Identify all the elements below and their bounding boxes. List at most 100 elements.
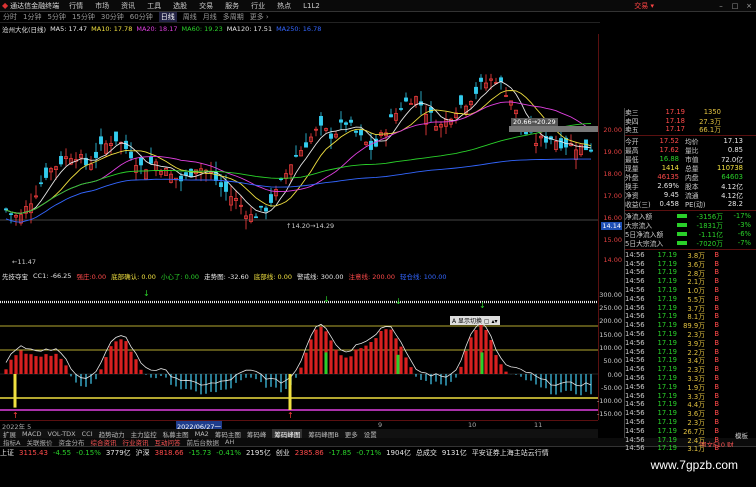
period-tab[interactable]: 更多 › [250, 12, 269, 22]
info-tab[interactable]: AH [225, 438, 234, 446]
period-tab[interactable]: 30分钟 [101, 12, 124, 22]
info-tab[interactable]: 综合资讯 [90, 437, 116, 447]
tick-price: 17.19 [657, 356, 677, 365]
trade-button[interactable]: 交易 ▾ [634, 1, 654, 11]
signal-bar [324, 352, 328, 374]
tick-time: 14:56 [625, 365, 645, 374]
info-tab[interactable]: 行业资讯 [122, 437, 148, 447]
period-tab[interactable]: 多周期 [223, 12, 244, 22]
indicator-tab[interactable]: 筹码峰图 [272, 428, 303, 439]
status-value: 3818.66 [154, 448, 184, 457]
minimize-icon[interactable]: – [714, 2, 728, 10]
indicator-chart[interactable]: ↓ ↓ ↓ ↓ ↑ ↑ [0, 278, 598, 420]
flow-bar [677, 214, 687, 218]
candle-body [94, 151, 98, 158]
fund-flow: 净流入额 -3156万 -17% 大宗流入 -1831万 -3% 5日净流入额 -1.11亿 -… [625, 212, 756, 248]
ask-row[interactable]: 卖五 17.17 66.1万 [625, 125, 756, 134]
axis-label: 15.00 [603, 236, 622, 244]
display-toggle-tooltip[interactable]: A 显示切换 ▢ ▴▾ [450, 316, 500, 325]
tick-time: 14:56 [625, 286, 645, 295]
info-tab[interactable]: 互动问答 [154, 437, 180, 447]
indicator-bar [49, 355, 53, 374]
tick-time: 14:56 [625, 250, 645, 259]
period-tab[interactable]: 月线 [203, 12, 217, 22]
candlestick-chart[interactable] [0, 34, 598, 270]
status-value: -0.15% [76, 448, 101, 457]
tick-direction: B [714, 409, 719, 418]
axis-label: 150.00 [599, 331, 622, 339]
indicator-tab[interactable]: 筹码峰 [247, 429, 267, 439]
quote-value: 46135 [657, 173, 679, 181]
menu-zixun[interactable]: 资讯 [121, 1, 135, 11]
info-tab[interactable]: 资金分布 [58, 437, 84, 447]
quote-value: 17.62 [659, 146, 679, 154]
axis-label: 250.00 [599, 304, 622, 312]
flow-bar [677, 223, 687, 227]
close-icon[interactable]: × [742, 2, 756, 10]
menu-shichang[interactable]: 市场 [95, 1, 109, 11]
date-label: 10 [468, 421, 477, 429]
ma-line [5, 80, 592, 214]
tick-price: 17.19 [657, 382, 677, 391]
tick-time: 14:56 [625, 426, 645, 435]
tick-price: 17.19 [657, 338, 677, 347]
title-bar: ◆ 通达信金融终端 行情 市场 资讯 工具 选股 交易 服务 行业 热点 L1L… [0, 0, 756, 12]
period-tab[interactable]: 分时 [3, 12, 17, 22]
period-tab[interactable]: 5分钟 [47, 12, 65, 22]
status-value: -4.55 [52, 448, 72, 457]
ma-line [5, 90, 592, 214]
tick-price: 17.19 [657, 435, 677, 444]
menu-l1l2[interactable]: L1L2 [303, 2, 320, 10]
info-tab[interactable]: 指标A [3, 437, 20, 447]
candle-body [9, 213, 13, 215]
tick-price: 17.19 [657, 268, 677, 277]
indicator-bar [29, 354, 33, 374]
quote-label: PE(动) [685, 201, 706, 209]
tick-list[interactable]: 14:56 17.19 3.8万 B 14:56 17.19 3.6万 B 14:56 17.19… [625, 250, 756, 454]
tick-price: 17.19 [657, 312, 677, 321]
status-value: 平安证券上海主站云行情 [471, 448, 549, 457]
period-tab[interactable]: 60分钟 [130, 12, 153, 22]
tick-direction: B [714, 286, 719, 295]
candle-body [389, 114, 393, 118]
quote-value: 0.85 [727, 146, 743, 154]
quote-value: 17.13 [723, 137, 743, 145]
ask-price: 17.17 [665, 125, 685, 134]
period-tab[interactable]: 15分钟 [72, 12, 95, 22]
indicator-tab[interactable]: 筹码峰图B [308, 429, 338, 439]
menu-hangye[interactable]: 行业 [251, 1, 265, 11]
menu-fuwu[interactable]: 服务 [225, 1, 239, 11]
menu-hangqing[interactable]: 行情 [69, 1, 83, 11]
indicator-bar [129, 351, 133, 374]
tick-template-button[interactable]: 模板 [735, 430, 748, 440]
indicator-bar [319, 326, 323, 374]
menu-redian[interactable]: 热点 [277, 1, 291, 11]
candle-body [4, 208, 8, 211]
status-value: -0.71% [356, 448, 382, 457]
order-book: 卖三 17.19 1350 卖四 17.18 27.3万 卖五 17.17 66.1万 [625, 108, 756, 134]
menu-jiaoyi[interactable]: 交易 [199, 1, 213, 11]
indicator-bar [464, 350, 468, 374]
status-value: 3779亿 [105, 448, 131, 457]
period-tab[interactable]: 周线 [183, 12, 197, 22]
indicator-bar [459, 366, 463, 374]
tick-time: 14:56 [625, 303, 645, 312]
menu-gongju[interactable]: 工具 [147, 1, 161, 11]
indicator-tab[interactable]: 设置 [364, 429, 377, 439]
info-tab[interactable]: 关联报价 [26, 437, 52, 447]
maximize-icon[interactable]: □ [728, 2, 742, 10]
flow-percent: -3% [737, 221, 751, 229]
indicator-bar [304, 352, 308, 374]
info-tab[interactable]: 前后台数据 [186, 437, 219, 447]
date-label: 9 [378, 421, 383, 429]
menu-xuangu[interactable]: 选股 [173, 1, 187, 11]
candle-body [344, 122, 348, 125]
quote-label: 收益(三) [625, 201, 651, 209]
flow-label: 5日大宗流入 [625, 240, 664, 248]
tick-direction: B [714, 347, 719, 356]
candle-body [354, 130, 358, 133]
indicator-tab[interactable]: 更多 [345, 429, 358, 439]
period-tab[interactable]: 1分钟 [23, 12, 41, 22]
period-tab[interactable]: 日线 [158, 12, 177, 22]
indicator-bar [299, 367, 303, 374]
